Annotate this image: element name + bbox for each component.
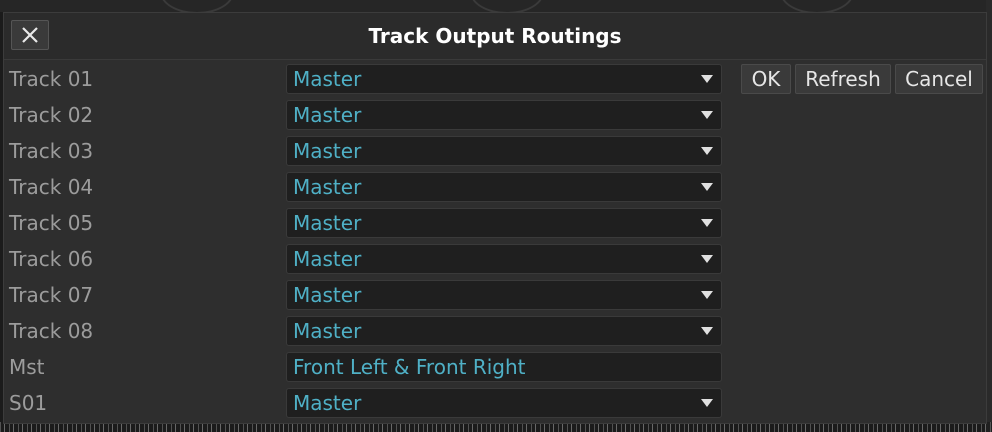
output-routing-dropdown[interactable]: Master [286, 64, 722, 94]
track-name-label: Track 08 [9, 319, 94, 343]
routing-row: Track 08 Master [4, 313, 734, 349]
routing-row: S01 Master [4, 385, 734, 421]
track-name-label: Track 05 [9, 211, 94, 235]
track-name-label: Track 01 [9, 67, 94, 91]
routing-list: Track 01 Master Track 02 Master Track 03 Mast… [4, 61, 734, 421]
routing-row: Track 04 Master [4, 169, 734, 205]
output-routing-dropdown[interactable]: Master [286, 172, 722, 202]
refresh-button[interactable]: Refresh [795, 64, 891, 94]
output-routing-dropdown[interactable]: Master [286, 100, 722, 130]
output-routing-dropdown[interactable]: Master [286, 136, 722, 166]
output-routing-value: Master [293, 391, 362, 415]
dialog-titlebar: Track Output Routings [4, 13, 986, 60]
chevron-down-icon[interactable] [693, 245, 721, 273]
output-routing-value: Front Left & Front Right [293, 355, 526, 379]
routing-row: Track 06 Master [4, 241, 734, 277]
output-routing-value: Master [293, 103, 362, 127]
output-routing-value: Master [293, 283, 362, 307]
track-name-label: Track 03 [9, 139, 94, 163]
output-routing-value: Master [293, 319, 362, 343]
routing-row: Track 01 Master [4, 61, 734, 97]
output-routing-dropdown[interactable]: Master [286, 388, 722, 418]
output-routing-value: Master [293, 211, 362, 235]
output-routing-value: Master [293, 175, 362, 199]
track-name-label: Mst [9, 355, 45, 379]
routing-row: Track 03 Master [4, 133, 734, 169]
chevron-down-icon[interactable] [693, 101, 721, 129]
routing-row: Mst Front Left & Front Right [4, 349, 734, 385]
track-name-label: Track 02 [9, 103, 94, 127]
chevron-down-icon[interactable] [693, 65, 721, 93]
output-routing-dropdown[interactable]: Master [286, 208, 722, 238]
routing-row: Track 05 Master [4, 205, 734, 241]
output-routing-value: Master [293, 67, 362, 91]
track-name-label: Track 07 [9, 283, 94, 307]
track-name-label: S01 [9, 391, 48, 415]
chevron-down-icon[interactable] [693, 389, 721, 417]
chevron-down-icon[interactable] [693, 173, 721, 201]
output-routing-value: Master [293, 139, 362, 163]
output-routing-dropdown[interactable]: Master [286, 280, 722, 310]
output-routing-field[interactable]: Front Left & Front Right [286, 352, 722, 382]
chevron-down-icon[interactable] [693, 317, 721, 345]
dialog-title: Track Output Routings [368, 24, 622, 48]
close-icon [21, 26, 39, 44]
chevron-down-icon[interactable] [693, 137, 721, 165]
output-routing-dropdown[interactable]: Master [286, 316, 722, 346]
routing-row: Track 02 Master [4, 97, 734, 133]
ok-button[interactable]: OK [741, 64, 791, 94]
close-button[interactable] [11, 20, 49, 50]
output-routing-value: Master [293, 247, 362, 271]
track-name-label: Track 04 [9, 175, 94, 199]
track-name-label: Track 06 [9, 247, 94, 271]
track-output-routings-dialog: Track Output Routings Track 01 Master Trac… [3, 12, 987, 424]
routing-row: Track 07 Master [4, 277, 734, 313]
cancel-button[interactable]: Cancel [895, 64, 983, 94]
chevron-down-icon[interactable] [693, 281, 721, 309]
screen: Track Output Routings Track 01 Master Trac… [0, 0, 992, 432]
chevron-down-icon[interactable] [693, 209, 721, 237]
output-routing-dropdown[interactable]: Master [286, 244, 722, 274]
